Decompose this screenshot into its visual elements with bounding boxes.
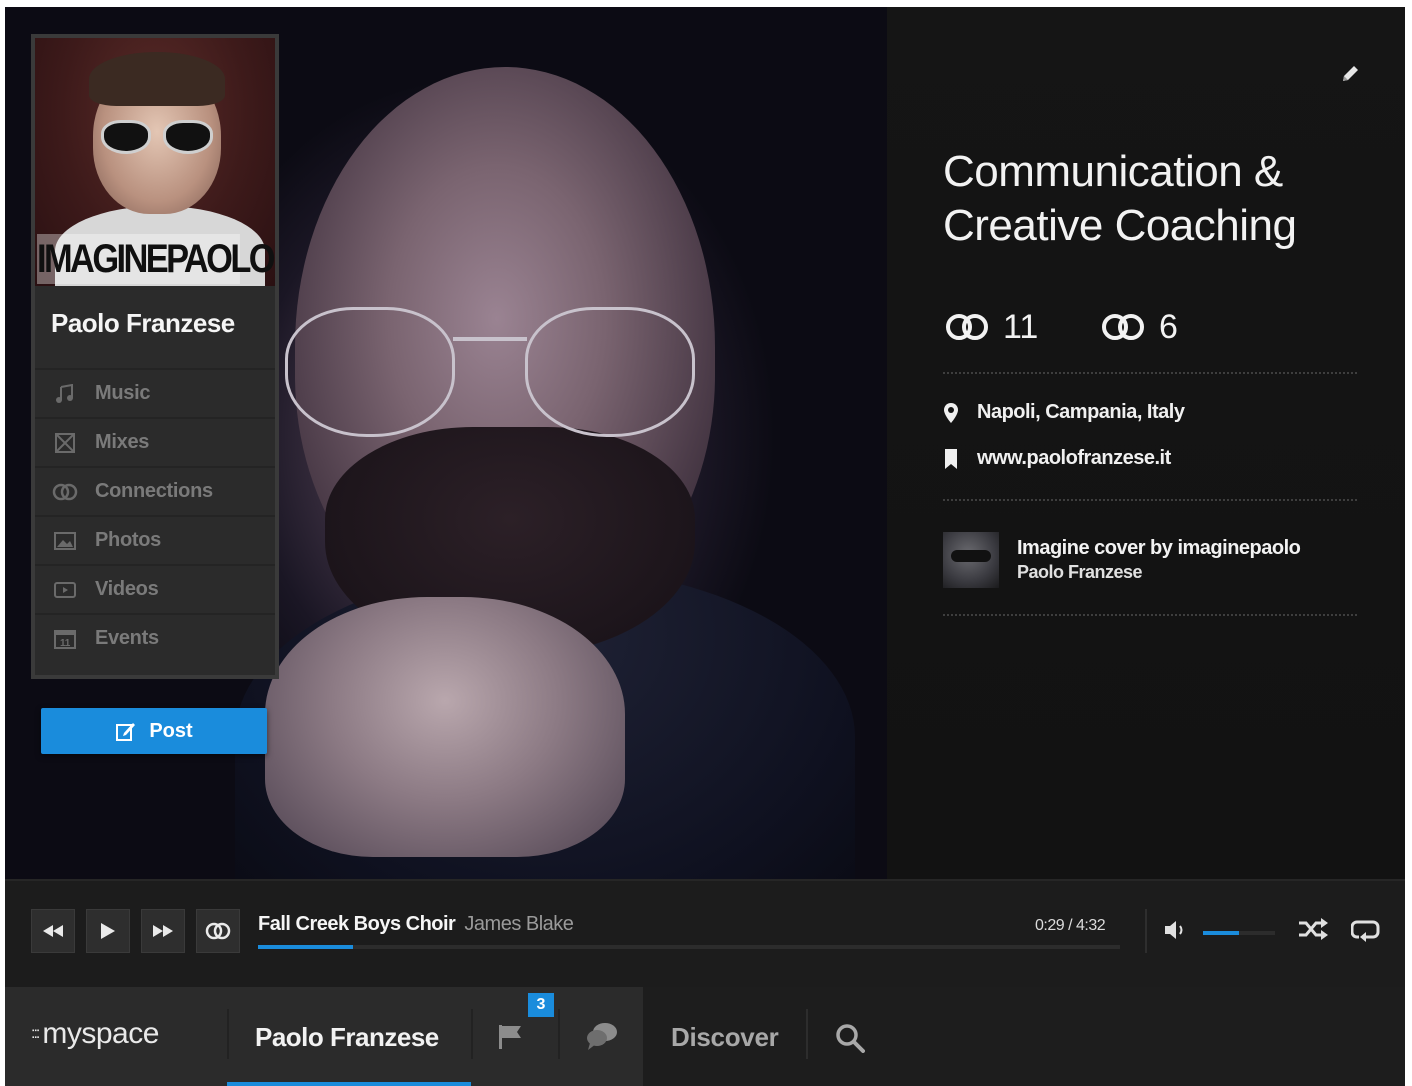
volume-slider[interactable] xyxy=(1203,931,1275,935)
nav-item-label: Mixes xyxy=(95,431,150,453)
discover-link[interactable]: Discover xyxy=(671,1022,779,1053)
compose-icon xyxy=(116,723,136,741)
track-artist[interactable]: James Blake xyxy=(464,913,574,935)
search-icon xyxy=(836,1024,865,1053)
song-thumbnail[interactable] xyxy=(943,532,999,588)
shuffle-icon[interactable] xyxy=(1297,917,1329,946)
nav-divider xyxy=(806,1009,808,1059)
nav-item-label: Connections xyxy=(95,480,213,502)
connections-stat-in-value: 11 xyxy=(1003,307,1039,346)
tab-profile-label: Paolo Franzese xyxy=(255,1022,439,1052)
cover-photo-glasses-left xyxy=(285,307,455,437)
mixes-icon xyxy=(51,432,79,453)
dotted-divider xyxy=(943,499,1357,501)
website-row[interactable]: www.paolofranzese.it xyxy=(943,447,1171,470)
featured-song-artist[interactable]: Paolo Franzese xyxy=(1017,562,1300,583)
nav-item-mixes[interactable]: Mixes xyxy=(35,417,275,466)
nav-item-label: Videos xyxy=(95,578,159,600)
track-title[interactable]: Fall Creek Boys Choir xyxy=(258,913,456,935)
music-player: Fall Creek Boys Choir James Blake 0:29 /… xyxy=(5,879,1405,987)
bottom-nav-primary: ::: myspace Paolo Franzese 3 xyxy=(5,987,643,1086)
nav-item-label: Photos xyxy=(95,529,161,551)
tab-profile[interactable]: Paolo Franzese xyxy=(227,987,471,1086)
track-progress-fill xyxy=(258,945,353,949)
rewind-button[interactable] xyxy=(31,909,75,953)
connections-stat-out[interactable]: 6 xyxy=(1099,307,1178,347)
search-button[interactable] xyxy=(835,1023,865,1058)
nav-item-videos[interactable]: Videos xyxy=(35,564,275,613)
connections-icon xyxy=(51,483,79,501)
nav-item-label: Events xyxy=(95,627,159,649)
profile-card: IMAGINEPAOLO Paolo Franzese Music Mixes xyxy=(31,34,279,679)
nav-item-connections[interactable]: Connections xyxy=(35,466,275,515)
music-note-icon xyxy=(51,383,79,404)
messages-button[interactable] xyxy=(585,1021,619,1056)
nav-item-label: Music xyxy=(95,382,151,404)
profile-info-panel: Communication & Creative Coaching 11 6 N… xyxy=(887,7,1405,879)
chat-bubbles-icon xyxy=(587,1023,617,1050)
photo-icon xyxy=(51,531,79,550)
notification-badge: 3 xyxy=(528,993,554,1017)
active-tab-indicator xyxy=(227,1082,471,1086)
map-pin-icon xyxy=(943,402,959,423)
player-divider xyxy=(1145,909,1147,953)
bottom-navigation: ::: myspace Paolo Franzese 3 Discover xyxy=(5,987,1405,1086)
profile-name[interactable]: Paolo Franzese xyxy=(51,308,235,339)
volume-icon[interactable] xyxy=(1163,919,1189,946)
dotted-divider xyxy=(943,614,1357,616)
myspace-logo-grid: ::: xyxy=(31,1025,40,1042)
play-icon xyxy=(101,923,115,939)
play-button[interactable] xyxy=(86,909,130,953)
fast-forward-icon xyxy=(153,925,173,937)
profile-headline: Communication & Creative Coaching xyxy=(943,147,1297,250)
myspace-profile-page: Communication & Creative Coaching 11 6 N… xyxy=(5,7,1405,1086)
avatar[interactable]: IMAGINEPAOLO xyxy=(35,38,275,286)
flag-icon xyxy=(499,1025,521,1049)
profile-hero: Communication & Creative Coaching 11 6 N… xyxy=(5,7,1405,879)
featured-song[interactable]: Imagine cover by imaginepaolo Paolo Fran… xyxy=(943,532,1301,588)
myspace-logo-text: myspace xyxy=(42,1017,159,1050)
repeat-icon[interactable] xyxy=(1350,917,1381,948)
location-text: Napoli, Campania, Italy xyxy=(977,401,1185,423)
featured-song-title[interactable]: Imagine cover by imaginepaolo xyxy=(1017,537,1301,560)
nav-divider xyxy=(471,1009,473,1059)
nav-item-music[interactable]: Music xyxy=(35,368,275,417)
track-time: 0:29 / 4:32 xyxy=(1035,917,1106,934)
connections-icon xyxy=(946,314,988,340)
bookmark-icon xyxy=(943,448,959,469)
volume-slider-fill xyxy=(1203,931,1239,935)
nav-item-photos[interactable]: Photos xyxy=(35,515,275,564)
pencil-edit-icon[interactable] xyxy=(1339,63,1361,85)
dotted-divider xyxy=(943,372,1357,374)
avatar-logo-text: IMAGINEPAOLO xyxy=(37,234,275,284)
fast-forward-button[interactable] xyxy=(141,909,185,953)
cover-photo-glasses-right xyxy=(525,307,695,437)
rewind-icon xyxy=(43,925,63,937)
post-button-label: Post xyxy=(149,719,193,742)
now-playing[interactable]: Fall Creek Boys Choir James Blake xyxy=(258,913,574,936)
calendar-icon: 11 xyxy=(51,629,79,649)
notifications-button[interactable] xyxy=(495,1021,531,1053)
myspace-logo[interactable]: ::: myspace xyxy=(31,1017,159,1051)
website-link[interactable]: www.paolofranzese.it xyxy=(977,447,1171,470)
connections-stat-in[interactable]: 11 xyxy=(943,307,1038,347)
post-button[interactable]: Post xyxy=(41,708,267,754)
video-icon xyxy=(51,581,79,599)
connections-icon xyxy=(1102,314,1144,340)
nav-item-events[interactable]: 11 Events xyxy=(35,613,275,662)
connections-icon xyxy=(205,922,231,940)
calendar-icon-day: 11 xyxy=(60,638,71,649)
connect-button[interactable] xyxy=(196,909,240,953)
location-row: Napoli, Campania, Italy xyxy=(943,401,1185,424)
track-progress-bar[interactable] xyxy=(258,945,1120,949)
cover-photo-hands xyxy=(265,597,625,857)
connections-stat-out-value: 6 xyxy=(1159,307,1178,346)
profile-nav: Music Mixes Connections Photos Videos 11… xyxy=(35,368,275,662)
nav-divider xyxy=(558,1009,560,1059)
cover-photo-glasses-bridge xyxy=(453,337,527,341)
